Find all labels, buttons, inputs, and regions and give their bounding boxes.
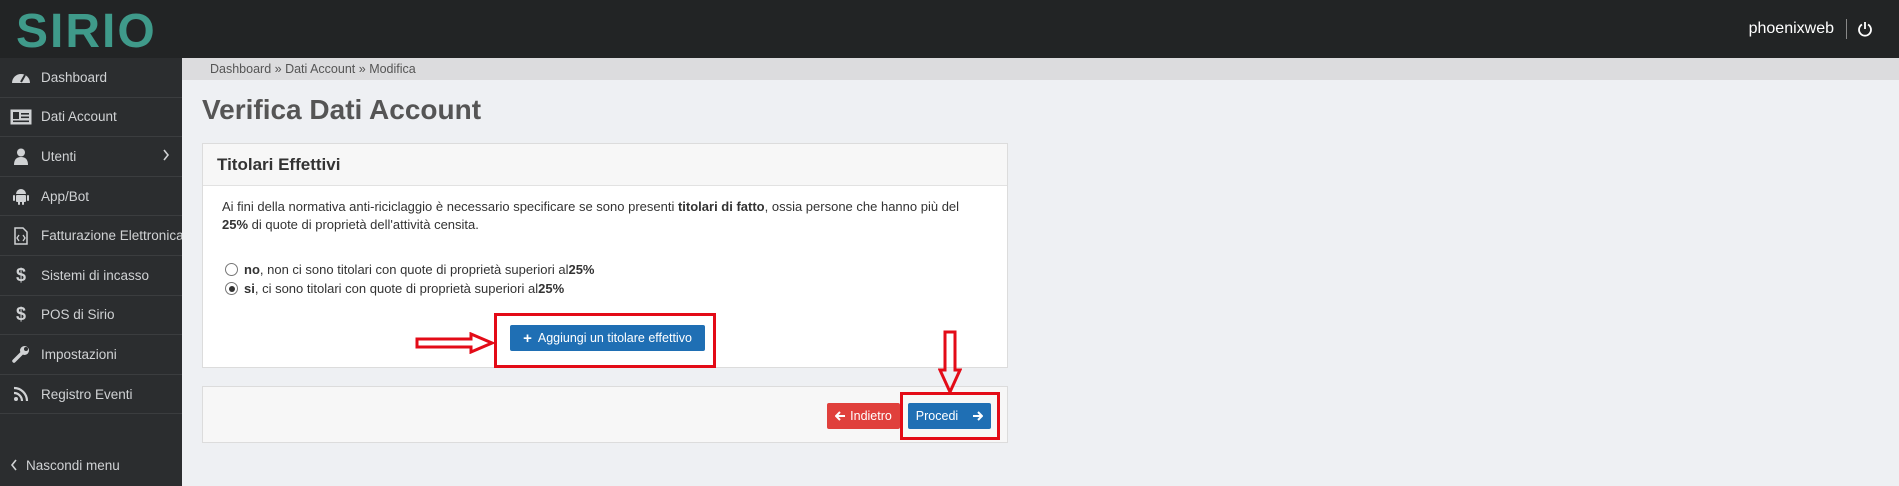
- sidebar-item-dashboard[interactable]: Dashboard: [0, 58, 182, 98]
- sidebar-item-label: Dati Account: [41, 109, 117, 125]
- panel-intro: Ai fini della normativa anti-riciclaggio…: [203, 186, 1007, 246]
- android-icon: [10, 187, 32, 206]
- top-bar: SIRIO phoenixweb: [0, 0, 1899, 58]
- id-card-icon: [10, 108, 32, 126]
- chevron-right-icon: [163, 149, 170, 161]
- sidebar-item-label: POS di Sirio: [41, 307, 115, 323]
- radio-label-bold: si: [244, 281, 255, 296]
- panel-title: Titolari Effettivi: [203, 144, 1007, 186]
- chevron-left-icon: [10, 459, 18, 471]
- intro-text: Ai fini della normativa anti-riciclaggio…: [222, 199, 678, 214]
- titolari-effettivi-panel: Titolari Effettivi Ai fini della normati…: [202, 143, 1008, 368]
- sidebar-item-label: App/Bot: [41, 188, 90, 204]
- file-code-icon: [10, 226, 32, 245]
- breadcrumb: Dashboard » Dati Account » Modifica: [182, 58, 1899, 80]
- radio-label-bold: 25%: [568, 262, 595, 277]
- annotation-arrow-right-icon: [415, 332, 495, 354]
- breadcrumb-item-modifica: Modifica: [369, 62, 416, 76]
- breadcrumb-separator: »: [274, 62, 282, 76]
- sirio-logo[interactable]: SIRIO: [14, 2, 166, 56]
- dashboard-icon: [10, 68, 32, 86]
- power-icon[interactable]: [1857, 21, 1873, 37]
- radio-label-bold: 25%: [538, 281, 565, 296]
- dollar-icon: $: [15, 304, 26, 325]
- intro-text: di quote di proprietà dell'attività cens…: [248, 217, 479, 232]
- radio-label: , ci sono titolari con quote di propriet…: [254, 281, 539, 296]
- sidebar-item-sistemi-di-incasso[interactable]: $ Sistemi di incasso: [0, 256, 182, 296]
- sidebar-item-fatturazione-elettronica[interactable]: Fatturazione Elettronica: [0, 216, 182, 256]
- proceed-button[interactable]: Procedi: [908, 403, 991, 429]
- sidebar-item-label: Impostazioni: [41, 346, 117, 362]
- user-icon: [10, 147, 32, 165]
- svg-text:SIRIO: SIRIO: [16, 5, 157, 56]
- username[interactable]: phoenixweb: [1749, 20, 1834, 38]
- breadcrumb-item-dashboard[interactable]: Dashboard: [210, 62, 271, 76]
- divider: [1846, 19, 1847, 39]
- radio-no[interactable]: [225, 263, 238, 276]
- form-footer: Indietro Procedi: [202, 386, 1008, 443]
- proceed-label: Procedi: [915, 409, 959, 423]
- sidebar-item-dati-account[interactable]: Dati Account: [0, 98, 182, 138]
- radio-si[interactable]: [225, 282, 238, 295]
- wrench-icon: [10, 345, 32, 364]
- sidebar-item-label: Utenti: [41, 148, 77, 164]
- arrow-left-icon: [835, 411, 846, 421]
- dollar-icon: $: [15, 264, 26, 285]
- plus-icon: +: [523, 329, 532, 347]
- radio-label-bold: no: [244, 262, 260, 277]
- radio-option-no[interactable]: no, non ci sono titolari con quote di pr…: [225, 262, 595, 277]
- sidebar-item-utenti[interactable]: Utenti: [0, 137, 182, 177]
- intro-bold: titolari di fatto: [677, 199, 765, 214]
- intro-bold: 25%: [222, 217, 249, 232]
- user-area: phoenixweb: [1749, 0, 1873, 58]
- intro-text: , ossia persone che hanno più del: [764, 199, 960, 214]
- radio-option-si[interactable]: si, ci sono titolari con quote di propri…: [225, 281, 564, 296]
- sidebar-item-label: Sistemi di incasso: [41, 267, 150, 283]
- page-title: Verifica Dati Account: [202, 94, 482, 125]
- sidebar-item-pos-di-sirio[interactable]: $ POS di Sirio: [0, 296, 182, 336]
- sidebar-item-label: Fatturazione Elettronica: [41, 228, 182, 244]
- sidebar-item-label: Registro Eventi: [41, 386, 133, 402]
- sidebar-item-registro-eventi[interactable]: Registro Eventi: [0, 375, 182, 415]
- collapse-menu-label: Nascondi menu: [26, 457, 120, 473]
- sidebar: Dashboard Dati Account Utenti App/Bot Fa…: [0, 58, 182, 486]
- sidebar-item-app-bot[interactable]: App/Bot: [0, 177, 182, 217]
- radio-label: , non ci sono titolari con quote di prop…: [259, 262, 569, 277]
- arrow-right-icon: [973, 411, 984, 421]
- sidebar-item-label: Dashboard: [41, 69, 108, 85]
- add-titolare-button[interactable]: + Aggiungi un titolare effettivo: [510, 325, 705, 351]
- annotation-arrow-down-icon: [938, 330, 962, 394]
- breadcrumb-separator: »: [358, 62, 366, 76]
- sidebar-item-impostazioni[interactable]: Impostazioni: [0, 335, 182, 375]
- back-label: Indietro: [850, 409, 892, 423]
- breadcrumb-item-dati-account[interactable]: Dati Account: [285, 62, 355, 76]
- back-button[interactable]: Indietro: [827, 403, 900, 429]
- rss-icon: [10, 385, 32, 403]
- collapse-menu-button[interactable]: Nascondi menu: [0, 445, 182, 485]
- add-titolare-label: Aggiungi un titolare effettivo: [537, 331, 692, 345]
